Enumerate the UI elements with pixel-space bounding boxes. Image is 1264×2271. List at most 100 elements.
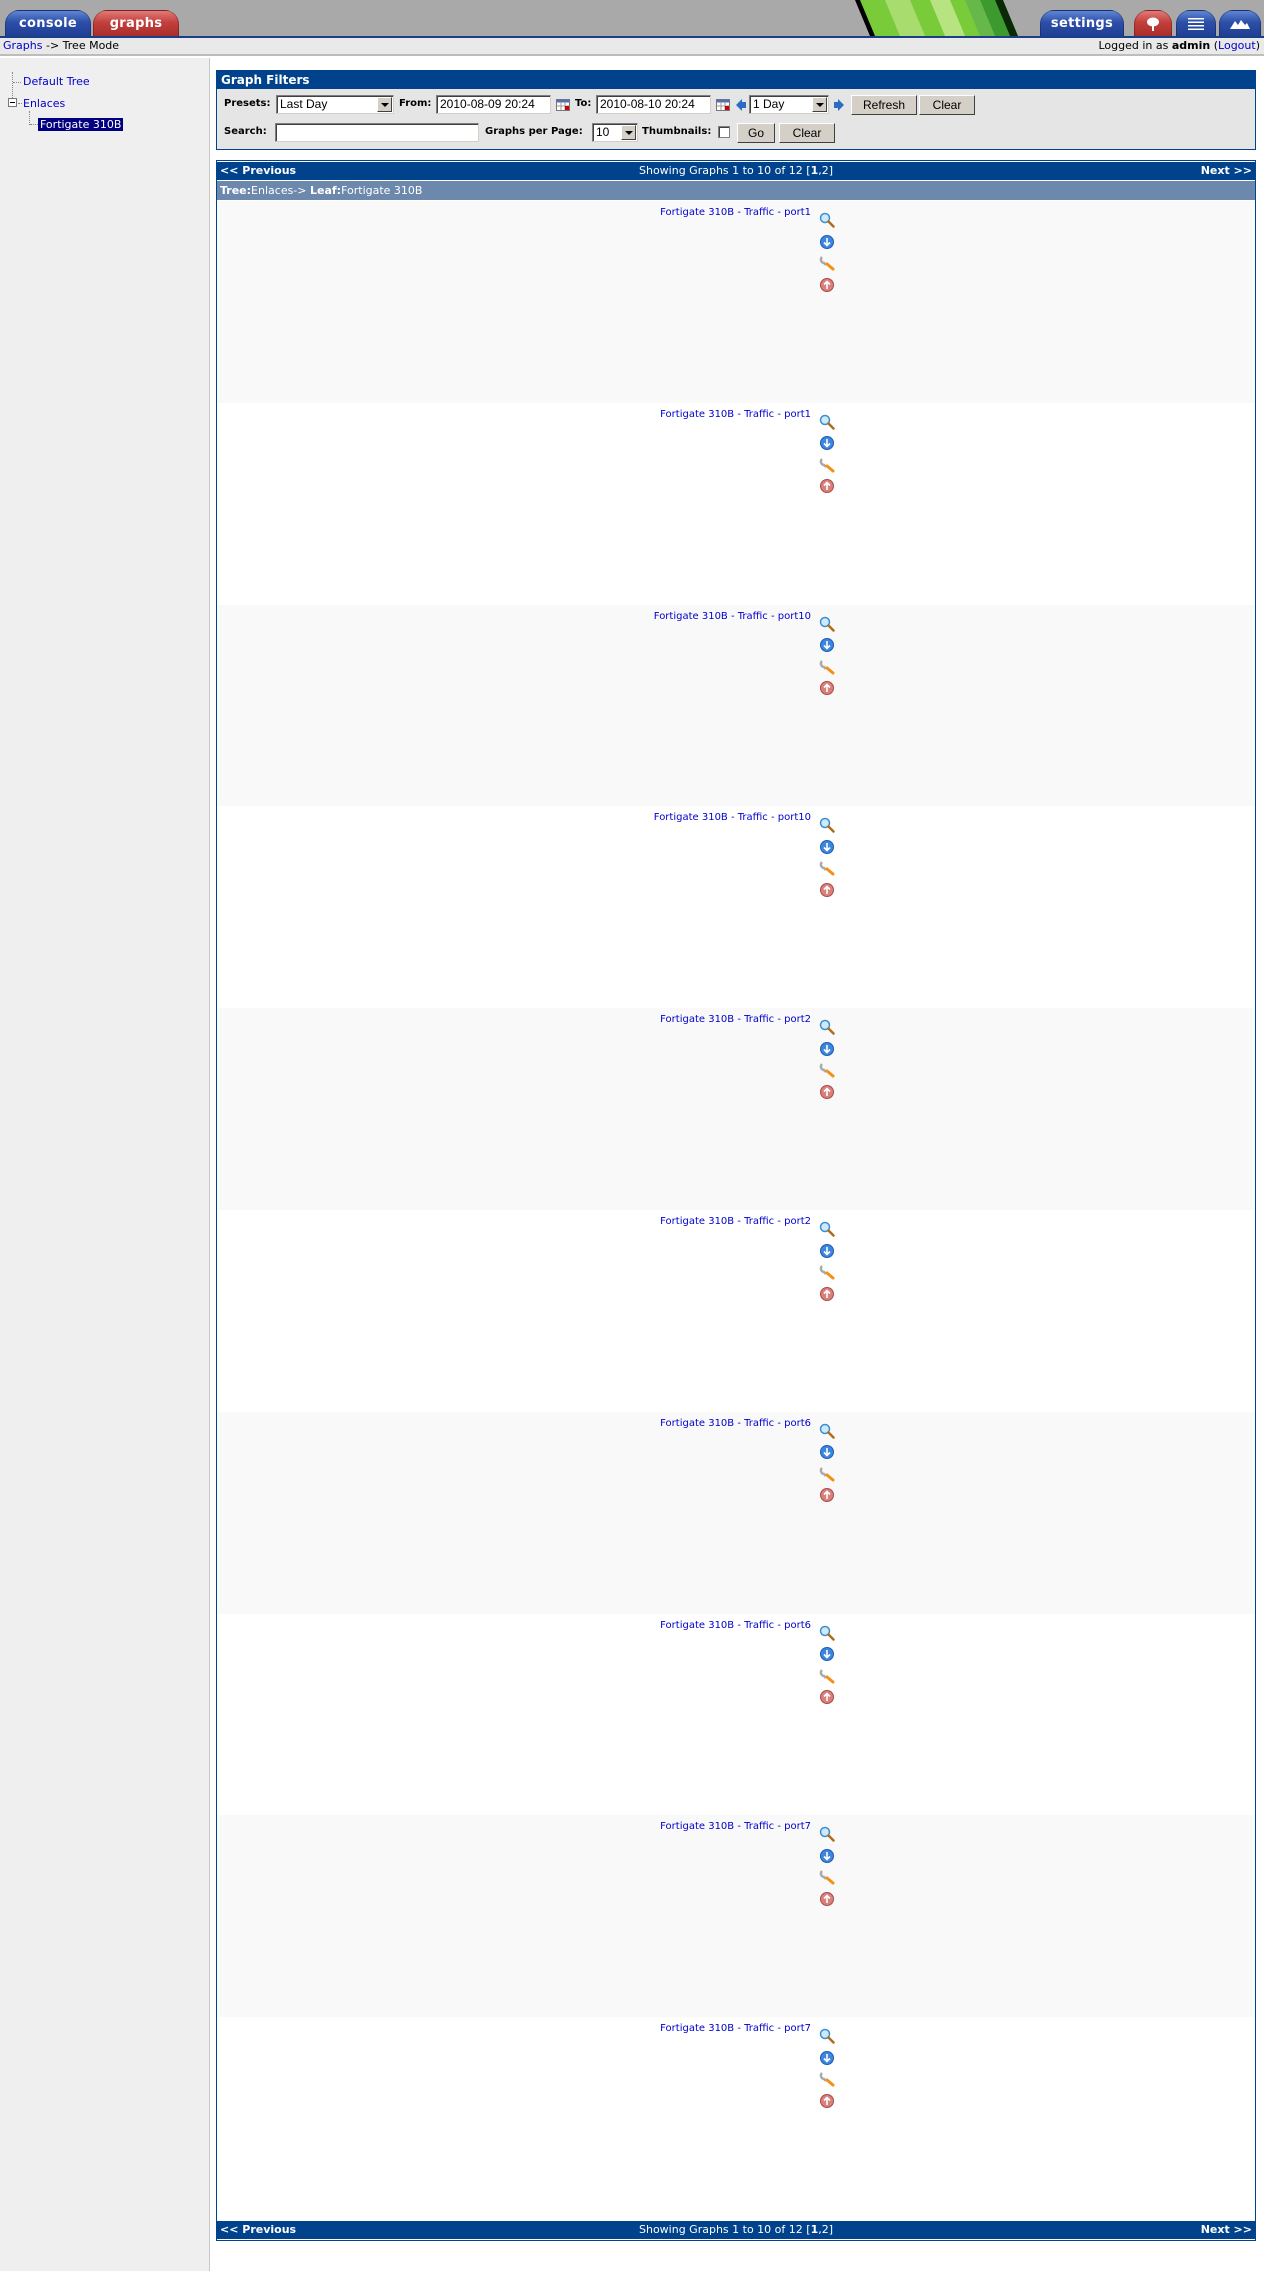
tab-tree-view[interactable] (1134, 10, 1172, 36)
realtime-icon[interactable] (819, 1286, 835, 1302)
realtime-icon[interactable] (819, 680, 835, 696)
thumbnails-checkbox[interactable] (718, 126, 730, 138)
realtime-icon[interactable] (819, 1084, 835, 1100)
next-page-link[interactable]: Next >> (1201, 162, 1252, 180)
graph-debug-icon[interactable] (819, 2071, 835, 2087)
calendar-icon[interactable] (556, 99, 570, 111)
tree-item-default-tree[interactable]: Default Tree (23, 75, 90, 88)
tab-settings[interactable]: settings (1040, 10, 1124, 36)
logout-link[interactable]: Logout (1218, 39, 1256, 52)
tree-value: Enlaces-> (251, 184, 310, 197)
realtime-icon[interactable] (819, 277, 835, 293)
graph-title-link[interactable]: Fortigate 310B - Traffic - port6 (660, 1418, 811, 1429)
from-label: From: (399, 98, 432, 109)
graph-title-link[interactable]: Fortigate 310B - Traffic - port10 (654, 611, 811, 622)
zoom-graph-icon[interactable] (819, 1423, 835, 1439)
login-paren-close: ) (1255, 39, 1260, 52)
graph-title-link[interactable]: Fortigate 310B - Traffic - port7 (660, 1821, 811, 1832)
clear-dates-button[interactable]: Clear (919, 95, 975, 115)
login-paren-open: ( (1210, 39, 1219, 52)
graph-row: Fortigate 310B - Traffic - port1 (217, 402, 1255, 605)
graph-debug-icon[interactable] (819, 860, 835, 876)
tab-console[interactable]: console (5, 10, 91, 36)
presets-select[interactable]: Last Day (276, 95, 394, 114)
zoom-graph-icon[interactable] (819, 1019, 835, 1035)
graph-debug-icon[interactable] (819, 457, 835, 473)
zoom-graph-icon[interactable] (819, 1221, 835, 1237)
export-csv-icon[interactable] (819, 1848, 835, 1864)
page-link-other[interactable]: ,2] (818, 2223, 833, 2236)
export-csv-icon[interactable] (819, 839, 835, 855)
graph-debug-icon[interactable] (819, 1668, 835, 1684)
zoom-graph-icon[interactable] (819, 212, 835, 228)
realtime-icon[interactable] (819, 2093, 835, 2109)
graph-title-link[interactable]: Fortigate 310B - Traffic - port10 (654, 812, 811, 823)
tab-preview-view[interactable] (1219, 10, 1261, 36)
export-csv-icon[interactable] (819, 1444, 835, 1460)
tree-item-fortigate-310b[interactable]: Fortigate 310B (38, 118, 124, 131)
login-status: Logged in as admin (Logout) (1098, 38, 1260, 54)
list-view-icon (1188, 17, 1204, 30)
zoom-graph-icon[interactable] (819, 817, 835, 834)
realtime-icon[interactable] (819, 1487, 835, 1503)
export-csv-icon[interactable] (819, 2050, 835, 2066)
tree-sidebar: Default Tree Enlaces Fortigate 310B (0, 58, 210, 2271)
collapse-icon[interactable] (8, 98, 17, 107)
graph-title-link[interactable]: Fortigate 310B - Traffic - port2 (660, 1014, 811, 1025)
zoom-graph-icon[interactable] (819, 616, 835, 632)
graph-debug-icon[interactable] (819, 1466, 835, 1482)
export-csv-icon[interactable] (819, 435, 835, 451)
graph-row: Fortigate 310B - Traffic - port6 (217, 1613, 1255, 1816)
search-input[interactable] (275, 123, 479, 142)
timespan-select[interactable]: 1 Day (749, 95, 829, 114)
tab-graphs[interactable]: graphs (93, 10, 179, 36)
top-navigation-bar: console graphs settings (0, 0, 1264, 38)
export-csv-icon[interactable] (819, 637, 835, 653)
graph-debug-icon[interactable] (819, 1869, 835, 1885)
graph-debug-icon[interactable] (819, 255, 835, 271)
export-csv-icon[interactable] (819, 1646, 835, 1662)
graph-title-link[interactable]: Fortigate 310B - Traffic - port2 (660, 1216, 811, 1227)
clear-search-button[interactable]: Clear (779, 123, 835, 143)
timespan-value: 1 Day (753, 97, 785, 111)
graph-debug-icon[interactable] (819, 1062, 835, 1078)
graph-debug-icon[interactable] (819, 1264, 835, 1280)
zoom-graph-icon[interactable] (819, 414, 835, 430)
from-date-input[interactable]: 2010-08-09 20:24 (436, 95, 551, 114)
graph-filters-title: Graph Filters (217, 71, 1255, 89)
zoom-graph-icon[interactable] (819, 1625, 835, 1641)
realtime-icon[interactable] (819, 1891, 835, 1907)
presets-value: Last Day (280, 97, 328, 111)
graph-title-link[interactable]: Fortigate 310B - Traffic - port7 (660, 2023, 811, 2034)
zoom-graph-icon[interactable] (819, 1826, 835, 1843)
realtime-icon[interactable] (819, 882, 835, 898)
tree-item-enlaces[interactable]: Enlaces (23, 97, 65, 110)
shift-right-icon[interactable] (834, 99, 844, 111)
calendar-icon[interactable] (716, 99, 730, 111)
next-page-link[interactable]: Next >> (1201, 2221, 1252, 2239)
breadcrumb-graphs-link[interactable]: Graphs (3, 39, 42, 52)
export-csv-icon[interactable] (819, 1243, 835, 1259)
graph-title-link[interactable]: Fortigate 310B - Traffic - port1 (660, 207, 811, 218)
graphs-per-page-select[interactable]: 10 (592, 123, 638, 142)
chevron-down-icon (377, 97, 392, 112)
tab-list-view[interactable] (1176, 10, 1216, 36)
page-link-other[interactable]: ,2] (818, 164, 833, 177)
shift-left-icon[interactable] (736, 99, 746, 111)
refresh-button[interactable]: Refresh (851, 95, 917, 115)
cacti-logo (855, 0, 1030, 36)
to-label: To: (575, 98, 592, 109)
graph-title-link[interactable]: Fortigate 310B - Traffic - port6 (660, 1620, 811, 1631)
graph-filters-panel: Graph Filters Presets: Last Day From: 20… (216, 70, 1256, 150)
realtime-icon[interactable] (819, 478, 835, 494)
graph-row: Fortigate 310B - Traffic - port1 (217, 201, 1255, 403)
graph-title-link[interactable]: Fortigate 310B - Traffic - port1 (660, 409, 811, 420)
go-button[interactable]: Go (737, 123, 775, 143)
to-date-input[interactable]: 2010-08-10 20:24 (596, 95, 711, 114)
realtime-icon[interactable] (819, 1689, 835, 1705)
zoom-graph-icon[interactable] (819, 2028, 835, 2044)
export-csv-icon[interactable] (819, 234, 835, 250)
graph-row: Fortigate 310B - Traffic - port10 (217, 604, 1255, 807)
graph-debug-icon[interactable] (819, 659, 835, 675)
export-csv-icon[interactable] (819, 1041, 835, 1057)
